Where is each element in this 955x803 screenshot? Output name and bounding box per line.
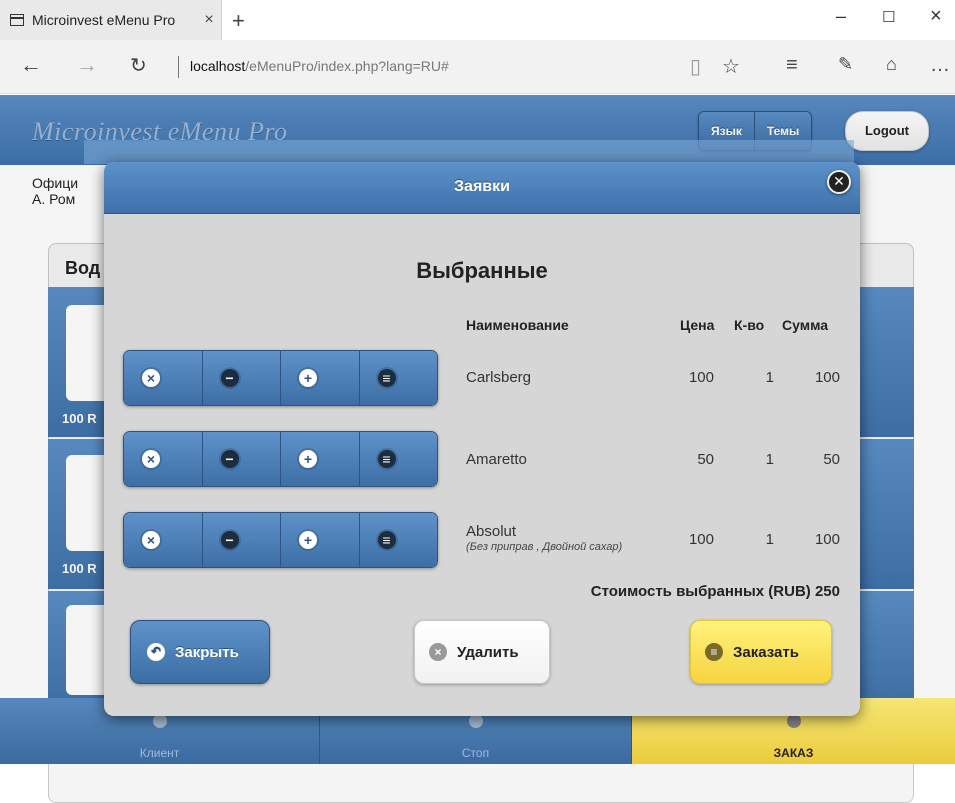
maximize-button[interactable]: ☐ — [882, 8, 895, 26]
more-icon[interactable]: … — [930, 54, 950, 77]
minus-icon: − — [220, 450, 239, 468]
close-button[interactable]: ↶ Закрыть — [130, 620, 270, 684]
item-sum: 100 — [814, 531, 840, 548]
favorite-star-icon[interactable]: ☆ — [722, 54, 740, 79]
browser-tab[interactable]: Microinvest eMenu Pro × — [0, 0, 222, 40]
web-note-icon[interactable]: ✎ — [838, 54, 853, 75]
delete-button-label: Удалить — [457, 643, 519, 661]
plus-icon: + — [299, 369, 317, 387]
item-options-button[interactable]: ≡ — [358, 351, 437, 405]
column-header-sum: Сумма — [782, 317, 829, 333]
url-host: localhost — [190, 58, 246, 74]
remove-icon: × — [142, 450, 160, 468]
item-controls: × − + ≡ — [123, 431, 438, 487]
address-bar: ← → ↻ localhost/eMenuPro/index.php?lang=… — [0, 40, 955, 94]
increase-qty-button[interactable]: + — [280, 351, 359, 405]
remove-icon: × — [142, 531, 160, 549]
backdrop-band — [84, 140, 854, 164]
column-header-name: Наименование — [466, 317, 569, 333]
column-header-price: Цена — [680, 317, 715, 333]
tab-close-icon[interactable]: × — [197, 11, 221, 29]
order-list-icon: ≡ — [705, 643, 723, 661]
minimize-button[interactable]: – — [836, 6, 846, 27]
increase-qty-button[interactable]: + — [280, 432, 359, 486]
delete-button[interactable]: × Удалить — [414, 620, 550, 684]
menu-lines-icon: ≡ — [377, 450, 396, 468]
new-tab-button[interactable]: + — [232, 8, 245, 34]
order-button-label: Заказать — [733, 643, 799, 661]
remove-item-button[interactable]: × — [124, 351, 202, 405]
minus-icon: − — [220, 369, 239, 387]
hub-icon[interactable]: ≡ — [786, 54, 798, 77]
window-close-button[interactable]: × — [930, 5, 942, 28]
browser-tabbar: Microinvest eMenu Pro × + – ☐ × — [0, 0, 955, 40]
item-options-button[interactable]: ≡ — [358, 513, 437, 567]
item-sum: 50 — [823, 451, 840, 468]
item-price: 100 — [688, 531, 714, 548]
order-button[interactable]: ≡ Заказать — [690, 620, 832, 684]
refresh-icon[interactable]: ↻ — [130, 53, 147, 78]
tab-page-icon — [10, 14, 24, 26]
menu-lines-icon: ≡ — [377, 531, 396, 549]
url-separator — [178, 56, 179, 78]
column-header-qty: К-во — [734, 317, 765, 333]
item-options-button[interactable]: ≡ — [358, 432, 437, 486]
remove-item-button[interactable]: × — [124, 513, 202, 567]
dialog-header: Заявки — [104, 162, 860, 214]
forward-arrow-icon[interactable]: → — [76, 52, 98, 78]
selected-heading: Выбранные — [416, 258, 548, 283]
item-qty: 1 — [765, 531, 774, 548]
item-price: 50 — [697, 451, 714, 468]
item-qty: 1 — [765, 451, 774, 468]
item-qty: 1 — [765, 369, 774, 386]
remove-icon: × — [142, 369, 160, 387]
item-modifiers: (Без приправ , Двойной сахар) — [466, 541, 623, 553]
url-field[interactable]: localhost/eMenuPro/index.php?lang=RU# — [190, 58, 449, 74]
orders-dialog: Заявки ✕ Выбранные Наименование Цена К-в… — [104, 162, 860, 716]
selected-total: Стоимость выбранных (RUB) 250 — [590, 583, 840, 600]
item-price: 100 — [688, 369, 714, 386]
item-name: Carlsberg — [466, 369, 532, 386]
tab-title: Microinvest eMenu Pro — [32, 12, 176, 28]
url-path: /eMenuPro/index.php?lang=RU# — [245, 58, 449, 74]
item-name: Amaretto — [466, 451, 527, 468]
minus-icon: − — [220, 531, 239, 549]
decrease-qty-button[interactable]: − — [201, 351, 280, 405]
item-controls: × − + ≡ — [123, 350, 438, 406]
item-controls: × − + ≡ — [123, 512, 438, 568]
item-sum: 100 — [814, 369, 840, 386]
reading-view-icon[interactable]: ▯ — [690, 54, 701, 79]
plus-icon: + — [299, 531, 317, 549]
remove-item-button[interactable]: × — [124, 432, 202, 486]
item-name: Absolut — [466, 523, 517, 540]
back-arrow-icon: ↶ — [147, 643, 165, 661]
dialog-close-icon[interactable]: ✕ — [827, 170, 851, 194]
share-icon[interactable]: ⌂ — [886, 54, 897, 75]
plus-icon: + — [299, 450, 317, 468]
close-button-label: Закрыть — [175, 643, 239, 661]
increase-qty-button[interactable]: + — [280, 513, 359, 567]
back-arrow-icon[interactable]: ← — [20, 52, 42, 78]
dialog-title: Заявки — [454, 178, 510, 195]
menu-lines-icon: ≡ — [377, 369, 396, 387]
decrease-qty-button[interactable]: − — [201, 513, 280, 567]
delete-icon: × — [429, 643, 447, 661]
decrease-qty-button[interactable]: − — [201, 432, 280, 486]
